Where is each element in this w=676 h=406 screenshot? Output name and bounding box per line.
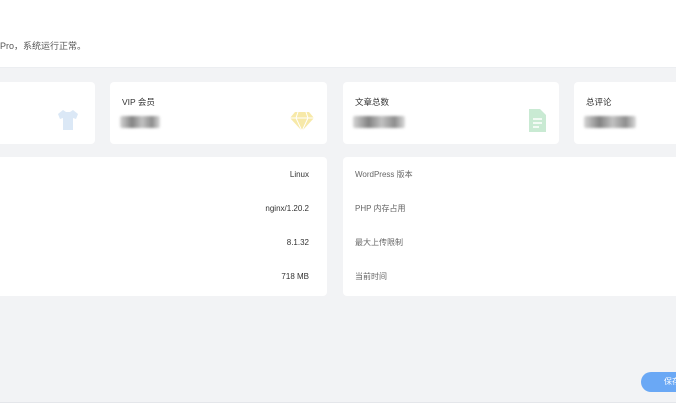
- document-icon: [529, 109, 546, 132]
- php-version-value: 8.1.32: [286, 238, 309, 247]
- stat-card-users: [0, 82, 95, 144]
- memory-limit-value: 718 MB: [281, 272, 309, 281]
- stat-label-posts: 文章总数: [355, 97, 390, 107]
- stat-value-vip-redacted: [120, 116, 160, 128]
- server-info-panel: Linux nginx/1.20.2 8.1.32 718 MB: [0, 157, 327, 296]
- stat-value-posts-redacted: [353, 116, 405, 128]
- site-info-row: 当前时间: [343, 267, 676, 287]
- wordpress-version-key: WordPress 版本: [355, 170, 413, 179]
- stat-value-comments-redacted: [584, 116, 636, 128]
- site-info-panel: WordPress 版本 PHP 内存占用 最大上传限制 当前时间: [343, 157, 676, 296]
- footer-divider: [0, 402, 676, 406]
- server-os-value: Linux: [289, 170, 309, 179]
- shirt-icon: [58, 110, 78, 130]
- site-info-row: PHP 内存占用: [343, 199, 676, 219]
- stat-label-comments: 总评论: [586, 97, 612, 107]
- save-button[interactable]: 保存: [641, 372, 676, 392]
- stat-card-comments: 总评论: [574, 82, 676, 144]
- stat-card-posts: 文章总数: [343, 82, 559, 144]
- max-upload-key: 最大上传限制: [355, 238, 403, 247]
- site-info-row: WordPress 版本: [343, 165, 676, 185]
- server-info-row: 8.1.32: [0, 233, 327, 253]
- server-info-row: 718 MB: [0, 267, 327, 287]
- web-server-value: nginx/1.20.2: [265, 204, 309, 213]
- server-info-row: nginx/1.20.2: [0, 199, 327, 219]
- server-info-row: Linux: [0, 165, 327, 185]
- welcome-text: Pro，系统运行正常。: [0, 41, 87, 51]
- stat-label-vip: VIP 会员: [122, 97, 155, 107]
- php-memory-key: PHP 内存占用: [355, 204, 406, 213]
- stat-card-vip: VIP 会员: [110, 82, 327, 144]
- current-time-key: 当前时间: [355, 272, 387, 281]
- welcome-banner: Pro，系统运行正常。: [0, 0, 676, 68]
- diamond-icon: [290, 111, 314, 132]
- dashboard-page: Pro，系统运行正常。 VIP 会员 文章总数 总评论 Linux nginx/: [0, 0, 676, 406]
- site-info-row: 最大上传限制: [343, 233, 676, 253]
